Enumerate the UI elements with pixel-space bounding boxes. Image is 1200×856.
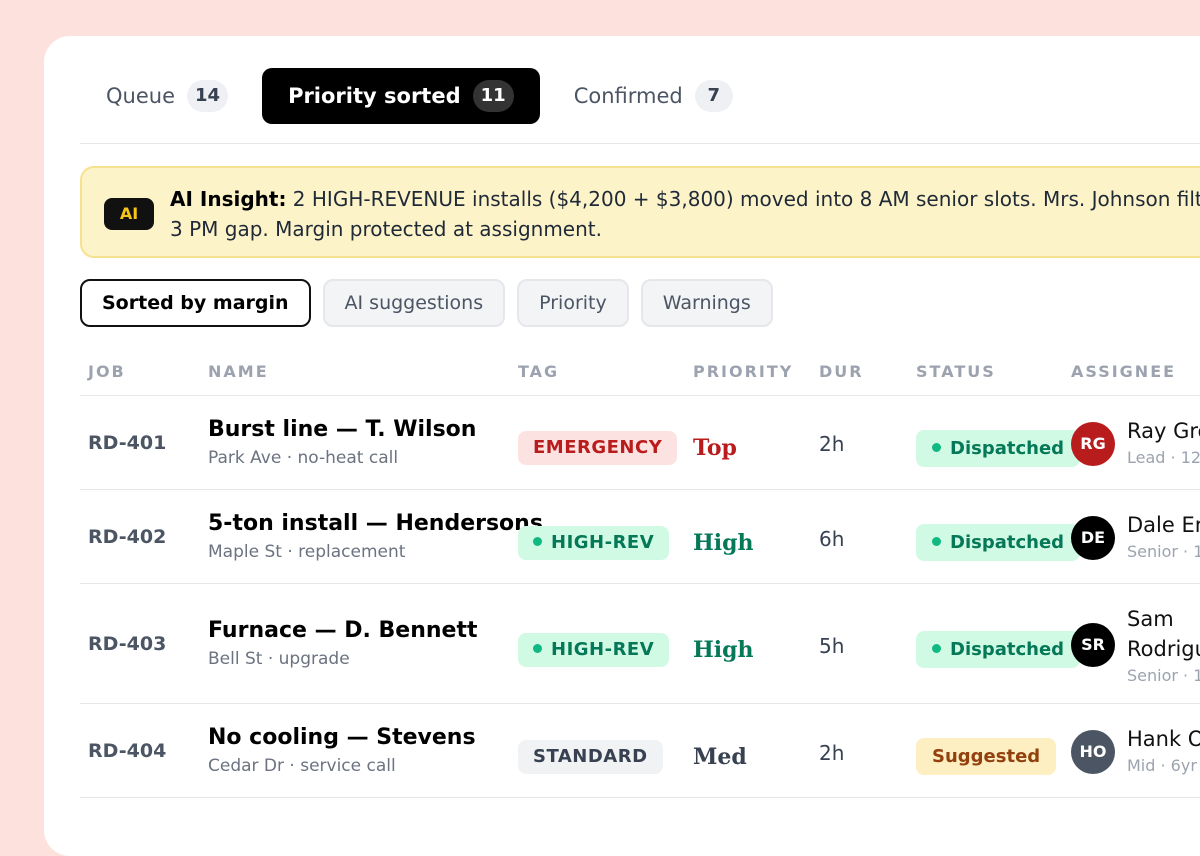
tab-confirmed[interactable]: Confirmed 7: [548, 68, 759, 124]
status-dot-icon: [932, 442, 941, 452]
assignee: Ray Gre Lead · 12y: [1127, 416, 1200, 467]
duration: 2h: [819, 432, 845, 456]
column-header-priority[interactable]: PRIORITY: [693, 362, 793, 381]
job-subtitle: Park Ave · no-heat call: [208, 448, 399, 468]
priority-label: Med: [693, 744, 747, 770]
table-row[interactable]: RD-402 5-ton install — Hendersons Maple …: [80, 490, 1200, 584]
filter-sorted-by-margin[interactable]: Sorted by margin: [80, 279, 311, 327]
ai-insight-banner: AI AI Insight: 2 HIGH-REVENUE installs (…: [80, 166, 1200, 258]
job-name: No cooling — Stevens Cedar Dr · service …: [208, 725, 476, 776]
avatar: DE: [1071, 516, 1115, 560]
status-label: Suggested: [932, 746, 1041, 767]
ai-insight-body: 2 HIGH-REVENUE installs ($4,200 + $3,800…: [292, 187, 1200, 211]
assignee-meta: Senior · 1: [1127, 666, 1200, 685]
tab-count: 14: [187, 80, 229, 112]
job-name: Furnace — D. Bennett Bell St · upgrade: [208, 618, 477, 669]
priority-label: High: [693, 637, 754, 663]
column-header-job[interactable]: JOB: [88, 362, 126, 381]
assignee-meta: Senior · 1: [1127, 542, 1200, 561]
job-id: RD-403: [88, 633, 167, 655]
tag-badge: HIGH-REV: [518, 526, 670, 560]
job-id: RD-404: [88, 740, 167, 762]
ai-insight-title: AI Insight:: [170, 187, 287, 211]
avatar: SR: [1071, 623, 1115, 667]
filter-priority[interactable]: Priority: [517, 279, 629, 327]
filter-ai-suggestions[interactable]: AI suggestions: [322, 279, 506, 327]
dispatch-card: Queue 14 Priority sorted 11 Confirmed 7 …: [44, 36, 1200, 856]
filter-chips: Sorted by margin AI suggestions Priority…: [80, 279, 785, 327]
job-subtitle: Maple St · replacement: [208, 542, 406, 562]
duration: 2h: [819, 741, 845, 765]
job-title: 5-ton install — Hendersons: [208, 511, 543, 536]
tab-count: 11: [472, 80, 514, 112]
assignee-name: Ray Gre: [1127, 419, 1200, 443]
ai-badge: AI: [104, 198, 154, 230]
tag-dot-icon: [533, 643, 542, 653]
tab-queue[interactable]: Queue 14: [80, 68, 254, 124]
job-id: RD-402: [88, 526, 167, 548]
status-label: Dispatched: [950, 532, 1065, 553]
job-subtitle: Bell St · upgrade: [208, 649, 350, 669]
tab-priority-sorted[interactable]: Priority sorted 11: [262, 68, 540, 124]
ai-insight-text: AI Insight: 2 HIGH-REVENUE installs ($4,…: [170, 184, 1200, 244]
job-name: Burst line — T. Wilson Park Ave · no-hea…: [208, 417, 476, 468]
duration: 6h: [819, 527, 845, 551]
priority-label: High: [693, 530, 754, 556]
tag-label: STANDARD: [533, 746, 648, 767]
status-badge: Dispatched: [916, 430, 1081, 467]
ai-insight-body-line2: 3 PM gap. Margin protected at assignment…: [170, 217, 602, 241]
tag-badge: EMERGENCY: [518, 431, 678, 465]
assignee-meta: Mid · 6yr: [1127, 756, 1197, 775]
table-row[interactable]: RD-404 No cooling — Stevens Cedar Dr · s…: [80, 704, 1200, 798]
avatar: HO: [1071, 730, 1115, 774]
tabs-divider: [80, 143, 1200, 144]
tag-label: HIGH-REV: [551, 532, 655, 553]
status-label: Dispatched: [950, 438, 1065, 459]
column-header-dur[interactable]: DUR: [819, 362, 864, 381]
status-dot-icon: [932, 643, 941, 653]
tab-count: 7: [694, 80, 733, 112]
status-badge: Dispatched: [916, 524, 1081, 561]
assignee-name: Sam: [1127, 607, 1174, 631]
tab-label: Confirmed: [573, 84, 683, 108]
assignee: Dale Eri Senior · 1: [1127, 510, 1200, 561]
job-name: 5-ton install — Hendersons Maple St · re…: [208, 511, 543, 562]
job-title: Furnace — D. Bennett: [208, 618, 478, 643]
status-badge: Dispatched: [916, 631, 1081, 668]
job-title: No cooling — Stevens: [208, 725, 476, 750]
job-subtitle: Cedar Dr · service call: [208, 756, 396, 776]
column-header-name[interactable]: NAME: [208, 362, 269, 381]
assignee-name-line2: Rodrigu: [1127, 637, 1200, 661]
tab-bar: Queue 14 Priority sorted 11 Confirmed 7: [80, 68, 767, 124]
status-dot-icon: [932, 536, 941, 546]
assignee: Hank O Mid · 6yr: [1127, 724, 1200, 775]
tab-label: Priority sorted: [288, 84, 461, 108]
status-label: Dispatched: [950, 639, 1065, 660]
filter-warnings[interactable]: Warnings: [640, 279, 773, 327]
assignee-name: Dale Eri: [1127, 513, 1200, 537]
tab-label: Queue: [106, 84, 175, 108]
assignee-meta: Lead · 12y: [1127, 448, 1200, 467]
column-header-assignee[interactable]: ASSIGNEE: [1071, 362, 1176, 381]
avatar: RG: [1071, 422, 1115, 466]
tag-badge: STANDARD: [518, 740, 663, 774]
table-row[interactable]: RD-403 Furnace — D. Bennett Bell St · up…: [80, 584, 1200, 704]
job-id: RD-401: [88, 432, 167, 454]
tag-badge: HIGH-REV: [518, 633, 670, 667]
table-header: JOB NAME TAG PRIORITY DUR STATUS ASSIGNE…: [80, 358, 1200, 396]
tag-label: HIGH-REV: [551, 639, 655, 660]
assignee: Sam Rodrigu Senior · 1: [1127, 604, 1200, 685]
tag-label: EMERGENCY: [533, 437, 663, 458]
column-header-status[interactable]: STATUS: [916, 362, 996, 381]
status-badge: Suggested: [916, 738, 1057, 775]
duration: 5h: [819, 634, 845, 658]
table-row[interactable]: RD-401 Burst line — T. Wilson Park Ave ·…: [80, 396, 1200, 490]
column-header-tag[interactable]: TAG: [518, 362, 559, 381]
tag-dot-icon: [533, 536, 542, 546]
assignee-name: Hank O: [1127, 727, 1200, 751]
job-title: Burst line — T. Wilson: [208, 417, 477, 442]
priority-label: Top: [693, 435, 737, 461]
